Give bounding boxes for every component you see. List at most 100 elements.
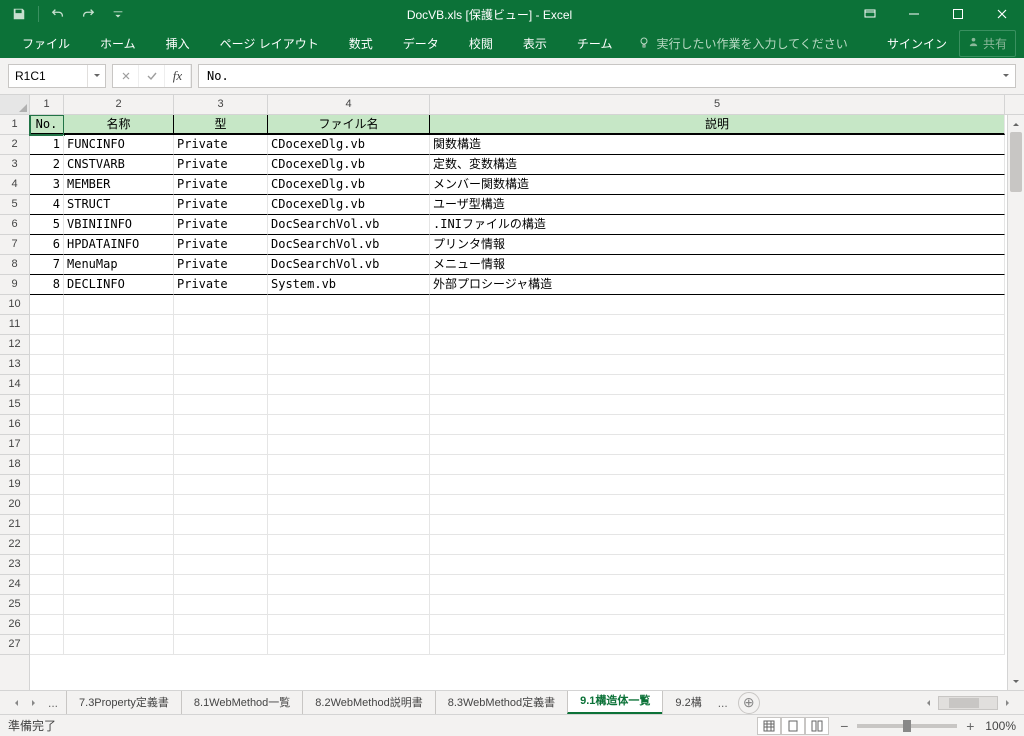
empty-cell[interactable] (64, 295, 174, 315)
empty-cell[interactable] (430, 335, 1005, 355)
empty-cell[interactable] (174, 555, 268, 575)
empty-cell[interactable] (30, 515, 64, 535)
cancel-formula-button[interactable] (113, 65, 139, 87)
tab-team[interactable]: チーム (563, 29, 627, 58)
row-header[interactable]: 4 (0, 175, 29, 195)
empty-cell[interactable] (30, 555, 64, 575)
empty-cell[interactable] (430, 495, 1005, 515)
tab-pagelayout[interactable]: ページ レイアウト (206, 29, 333, 58)
view-pagelayout-button[interactable] (781, 717, 805, 735)
data-cell[interactable]: 外部プロシージャ構造 (430, 275, 1005, 295)
sheet-nav-next[interactable] (26, 695, 42, 711)
row-header[interactable]: 19 (0, 475, 29, 495)
sheet-tab[interactable]: 8.2WebMethod説明書 (302, 691, 435, 714)
ribbon-options-button[interactable] (848, 0, 892, 28)
zoom-out-button[interactable]: − (837, 718, 851, 734)
data-cell[interactable]: .INIファイルの構造 (430, 215, 1005, 235)
view-normal-button[interactable] (757, 717, 781, 735)
data-cell[interactable]: STRUCT (64, 195, 174, 215)
undo-button[interactable] (45, 2, 71, 26)
empty-cell[interactable] (30, 435, 64, 455)
column-header[interactable]: 1 (30, 95, 64, 114)
row-header[interactable]: 11 (0, 315, 29, 335)
sheet-overflow[interactable]: ... (44, 696, 62, 710)
row-header[interactable]: 24 (0, 575, 29, 595)
data-cell[interactable]: 6 (30, 235, 64, 255)
data-cell[interactable]: CDocexeDlg.vb (268, 175, 430, 195)
data-cell[interactable]: VBINIINFO (64, 215, 174, 235)
empty-cell[interactable] (430, 355, 1005, 375)
empty-cell[interactable] (64, 395, 174, 415)
empty-cell[interactable] (64, 495, 174, 515)
tab-home[interactable]: ホーム (86, 29, 150, 58)
empty-cell[interactable] (174, 595, 268, 615)
insert-function-button[interactable]: fx (165, 65, 191, 87)
empty-cell[interactable] (30, 335, 64, 355)
sheet-tab[interactable]: 8.3WebMethod定義書 (435, 691, 568, 714)
empty-cell[interactable] (430, 555, 1005, 575)
data-cell[interactable]: DocSearchVol.vb (268, 215, 430, 235)
tab-view[interactable]: 表示 (509, 29, 561, 58)
empty-cell[interactable] (64, 555, 174, 575)
empty-cell[interactable] (430, 475, 1005, 495)
empty-cell[interactable] (30, 455, 64, 475)
header-cell[interactable]: 型 (174, 115, 268, 135)
empty-cell[interactable] (268, 515, 430, 535)
row-header[interactable]: 23 (0, 555, 29, 575)
data-cell[interactable]: Private (174, 175, 268, 195)
empty-cell[interactable] (430, 435, 1005, 455)
data-cell[interactable]: Private (174, 255, 268, 275)
empty-cell[interactable] (30, 315, 64, 335)
scroll-thumb[interactable] (1010, 132, 1022, 192)
vertical-scrollbar[interactable] (1007, 115, 1024, 690)
header-cell[interactable]: 説明 (430, 115, 1005, 135)
data-cell[interactable]: Private (174, 215, 268, 235)
empty-cell[interactable] (30, 355, 64, 375)
data-cell[interactable]: 5 (30, 215, 64, 235)
empty-cell[interactable] (64, 315, 174, 335)
empty-cell[interactable] (30, 575, 64, 595)
data-cell[interactable]: Private (174, 195, 268, 215)
empty-cell[interactable] (64, 375, 174, 395)
data-cell[interactable]: CDocexeDlg.vb (268, 155, 430, 175)
row-header[interactable]: 9 (0, 275, 29, 295)
empty-cell[interactable] (268, 555, 430, 575)
data-cell[interactable]: 関数構造 (430, 135, 1005, 155)
empty-cell[interactable] (64, 455, 174, 475)
zoom-thumb[interactable] (903, 720, 911, 732)
row-header[interactable]: 6 (0, 215, 29, 235)
tell-me-search[interactable]: 実行したい作業を入力してください (628, 35, 857, 52)
empty-cell[interactable] (430, 615, 1005, 635)
scroll-down-button[interactable] (1008, 673, 1024, 690)
empty-cell[interactable] (174, 455, 268, 475)
sheet-tab[interactable]: 8.1WebMethod一覧 (181, 691, 303, 714)
empty-cell[interactable] (268, 395, 430, 415)
name-box-dropdown[interactable] (87, 65, 105, 87)
data-cell[interactable]: 4 (30, 195, 64, 215)
empty-cell[interactable] (268, 355, 430, 375)
zoom-in-button[interactable]: + (963, 718, 977, 734)
hscroll-thumb[interactable] (949, 698, 979, 708)
tab-data[interactable]: データ (389, 29, 453, 58)
row-header[interactable]: 22 (0, 535, 29, 555)
empty-cell[interactable] (30, 375, 64, 395)
column-header[interactable]: 5 (430, 95, 1005, 114)
empty-cell[interactable] (174, 635, 268, 655)
empty-cell[interactable] (174, 375, 268, 395)
empty-cell[interactable] (268, 635, 430, 655)
data-cell[interactable]: ユーザ型構造 (430, 195, 1005, 215)
row-header[interactable]: 7 (0, 235, 29, 255)
hscroll-track[interactable] (938, 696, 998, 710)
close-button[interactable] (980, 0, 1024, 28)
empty-cell[interactable] (64, 615, 174, 635)
row-header[interactable]: 10 (0, 295, 29, 315)
empty-cell[interactable] (30, 495, 64, 515)
empty-cell[interactable] (174, 295, 268, 315)
data-cell[interactable]: プリンタ情報 (430, 235, 1005, 255)
data-cell[interactable]: System.vb (268, 275, 430, 295)
empty-cell[interactable] (64, 535, 174, 555)
row-header[interactable]: 27 (0, 635, 29, 655)
row-header[interactable]: 26 (0, 615, 29, 635)
empty-cell[interactable] (268, 535, 430, 555)
tab-formulas[interactable]: 数式 (335, 29, 387, 58)
